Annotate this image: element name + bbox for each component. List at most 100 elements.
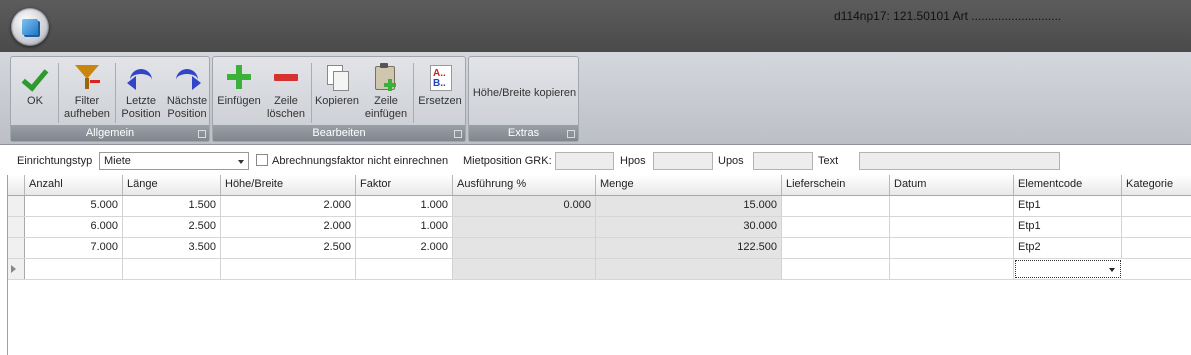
cell-ausfuehrung[interactable] (453, 259, 596, 279)
cell-anzahl[interactable]: 7.000 (25, 238, 123, 258)
cell-elementcode[interactable]: Etp1 (1014, 217, 1122, 237)
cell-menge[interactable]: 30.000 (596, 217, 782, 237)
cell-faktor[interactable]: 1.000 (356, 217, 453, 237)
column-header-kategorie[interactable]: Kategorie (1122, 175, 1191, 195)
cell-laenge[interactable]: 2.500 (123, 217, 221, 237)
billing-factor-checkbox[interactable] (256, 154, 268, 166)
group-label-extras: Extras (469, 125, 578, 141)
window-title: d114np17: 121.50101 Art ................… (834, 9, 1062, 23)
cell-menge[interactable]: 122.500 (596, 238, 782, 258)
column-header-datum[interactable]: Datum (890, 175, 1014, 195)
cell-datum[interactable] (890, 196, 1014, 216)
insert-button[interactable]: Einfügen (215, 59, 263, 108)
group-label-bearbeiten: Bearbeiten (213, 125, 465, 141)
cell-datum[interactable] (890, 259, 1014, 279)
row-header[interactable] (8, 217, 25, 237)
replace-button[interactable]: A.. B.. Ersetzen (415, 59, 465, 108)
cell-kategorie[interactable] (1122, 196, 1191, 216)
cell-laenge[interactable]: 3.500 (123, 238, 221, 258)
text-field[interactable] (859, 152, 1060, 170)
row-header[interactable] (8, 238, 25, 258)
ribbon-group-bearbeiten: Einfügen Zeile löschen Kopieren Zeile ei… (212, 56, 466, 142)
cell-kategorie[interactable] (1122, 217, 1191, 237)
filter-reset-button[interactable]: Filter aufheben (61, 59, 113, 121)
dialog-launcher-icon[interactable] (567, 130, 575, 138)
chevron-down-icon[interactable] (1109, 268, 1115, 272)
cell-hoehe-breite[interactable]: 2.000 (221, 217, 356, 237)
cell-datum[interactable] (890, 217, 1014, 237)
dialog-launcher-icon[interactable] (198, 130, 206, 138)
table-row[interactable]: 5.000 1.500 2.000 1.000 0.000 15.000 Etp… (8, 196, 1191, 217)
hpos-label: Hpos (620, 155, 646, 167)
table-row[interactable]: 6.000 2.500 2.000 1.000 30.000 Etp1 (8, 217, 1191, 238)
column-header-ausfuehrung[interactable]: Ausführung % (453, 175, 596, 195)
row-header[interactable] (8, 259, 25, 279)
hpos-field[interactable] (653, 152, 713, 170)
ribbon-group-extras: Höhe/Breite kopieren Extras (468, 56, 579, 142)
new-row-arrow-icon (11, 265, 16, 273)
cell-anzahl[interactable] (25, 259, 123, 279)
cell-datum[interactable] (890, 238, 1014, 258)
dialog-launcher-icon[interactable] (454, 130, 462, 138)
column-header-elementcode[interactable]: Elementcode (1014, 175, 1122, 195)
next-position-button[interactable]: Nächste Position (164, 59, 210, 121)
cell-kategorie[interactable] (1122, 259, 1191, 279)
upos-field[interactable] (753, 152, 813, 170)
arrow-forward-icon (173, 63, 201, 91)
checkmark-icon (21, 63, 49, 91)
paste-row-button[interactable]: Zeile einfügen (361, 59, 411, 121)
cube-icon (22, 19, 38, 35)
cell-lieferschein[interactable] (782, 217, 890, 237)
column-header-anzahl[interactable]: Anzahl (25, 175, 123, 195)
cell-anzahl[interactable]: 6.000 (25, 217, 123, 237)
row-header-corner (8, 175, 25, 195)
copy-button[interactable]: Kopieren (313, 59, 361, 108)
cell-faktor[interactable]: 1.000 (356, 196, 453, 216)
cell-laenge[interactable]: 1.500 (123, 196, 221, 216)
ok-button[interactable]: OK (15, 59, 55, 108)
positions-grid: Anzahl Länge Höhe/Breite Faktor Ausführu… (7, 175, 1191, 355)
elementcode-combo-editor[interactable] (1015, 260, 1121, 278)
cell-laenge[interactable] (123, 259, 221, 279)
upos-label: Upos (718, 155, 744, 167)
cell-elementcode[interactable]: Etp2 (1014, 238, 1122, 258)
column-header-laenge[interactable]: Länge (123, 175, 221, 195)
grid-header: Anzahl Länge Höhe/Breite Faktor Ausführu… (8, 175, 1191, 196)
cell-hoehe-breite[interactable]: 2.000 (221, 196, 356, 216)
text-label: Text (818, 155, 839, 167)
cell-elementcode[interactable]: Etp1 (1014, 196, 1122, 216)
cell-lieferschein[interactable] (782, 259, 890, 279)
grk-label: Mietposition GRK: (463, 155, 552, 167)
cell-hoehe-breite[interactable]: 2.500 (221, 238, 356, 258)
copy-height-width-button[interactable]: Höhe/Breite kopieren (471, 87, 578, 100)
row-header[interactable] (8, 196, 25, 216)
minus-icon (272, 63, 300, 91)
cell-anzahl[interactable]: 5.000 (25, 196, 123, 216)
cell-faktor[interactable] (356, 259, 453, 279)
cell-lieferschein[interactable] (782, 196, 890, 216)
cell-menge[interactable]: 15.000 (596, 196, 782, 216)
delete-row-button[interactable]: Zeile löschen (263, 59, 309, 121)
arrow-back-icon (127, 63, 155, 91)
application-menu-button[interactable] (11, 8, 49, 46)
cell-kategorie[interactable] (1122, 238, 1191, 258)
cell-menge[interactable] (596, 259, 782, 279)
cell-hoehe-breite[interactable] (221, 259, 356, 279)
type-select[interactable]: Miete (99, 152, 249, 170)
cell-ausfuehrung[interactable] (453, 238, 596, 258)
paste-icon (372, 63, 400, 91)
chevron-down-icon (238, 160, 244, 164)
cell-ausfuehrung[interactable] (453, 217, 596, 237)
table-row[interactable]: 7.000 3.500 2.500 2.000 122.500 Etp2 (8, 238, 1191, 259)
cell-faktor[interactable]: 2.000 (356, 238, 453, 258)
column-header-menge[interactable]: Menge (596, 175, 782, 195)
column-header-lieferschein[interactable]: Lieferschein (782, 175, 890, 195)
grk-field[interactable] (555, 152, 614, 170)
cell-ausfuehrung[interactable]: 0.000 (453, 196, 596, 216)
previous-position-button[interactable]: Letzte Position (118, 59, 164, 121)
cell-lieferschein[interactable] (782, 238, 890, 258)
new-row[interactable] (8, 259, 1191, 280)
column-header-faktor[interactable]: Faktor (356, 175, 453, 195)
column-header-hoehe-breite[interactable]: Höhe/Breite (221, 175, 356, 195)
funnel-icon (73, 63, 101, 91)
